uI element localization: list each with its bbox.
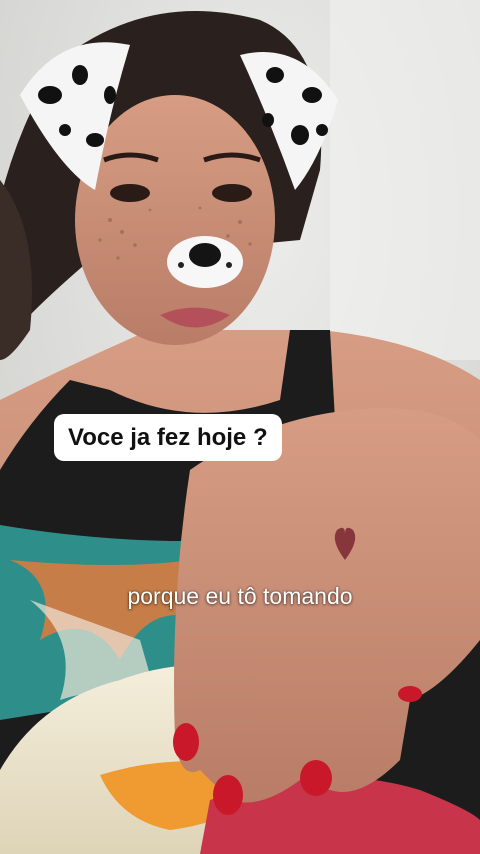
question-caption-box: Voce ja fez hoje ? (54, 414, 282, 461)
question-caption-text: Voce ja fez hoje ? (68, 423, 268, 451)
spoken-subtitle: porque eu tô tomando (127, 583, 353, 609)
left-eye (110, 184, 150, 202)
right-eye (212, 184, 252, 202)
dog-nose-icon (167, 236, 243, 288)
window-light (330, 0, 480, 360)
